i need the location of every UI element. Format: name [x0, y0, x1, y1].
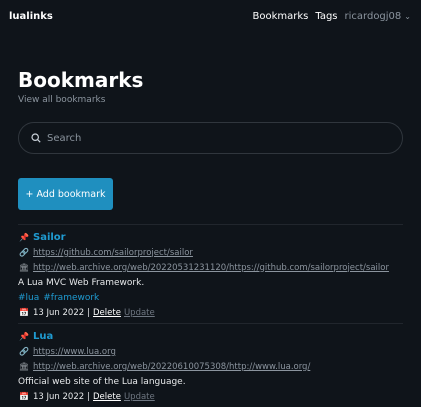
- update-link[interactable]: Update: [124, 392, 155, 402]
- link-icon: 🔗: [19, 347, 29, 356]
- nav-links: Bookmarks Tags ricardogj08 ⌄: [253, 11, 412, 22]
- link-icon: 🔗: [19, 248, 29, 257]
- bookmark-item: 📌 Lua 🔗 https://www.lua.org 🏛 http://web…: [18, 329, 403, 404]
- pin-icon: 📌: [19, 332, 29, 341]
- nav-tags-link[interactable]: Tags: [315, 11, 337, 22]
- search-input[interactable]: [47, 132, 377, 144]
- user-menu[interactable]: ricardogj08 ⌄: [345, 11, 411, 22]
- brand-logo[interactable]: lualinks: [9, 11, 53, 22]
- bookmark-archive-link[interactable]: http://web.archive.org/web/2022053123112…: [33, 263, 389, 273]
- chevron-down-icon: ⌄: [404, 11, 411, 21]
- bookmark-title-link[interactable]: Sailor: [33, 232, 66, 243]
- tag-link[interactable]: #framework: [43, 293, 99, 303]
- top-navbar: lualinks Bookmarks Tags ricardogj08 ⌄: [0, 0, 421, 32]
- bookmark-tags: #lua #framework: [18, 290, 403, 305]
- add-bookmark-button[interactable]: + Add bookmark: [18, 178, 113, 210]
- bookmark-description: Official web site of the Lua language.: [18, 376, 186, 387]
- nav-bookmarks-link[interactable]: Bookmarks: [253, 11, 309, 22]
- archive-icon: 🏛: [18, 362, 30, 371]
- search-box[interactable]: [18, 122, 403, 154]
- bookmark-date: 13 Jun 2022: [33, 307, 85, 318]
- page-subtitle: View all bookmarks: [18, 95, 106, 105]
- tag-link[interactable]: #lua: [18, 293, 39, 303]
- search-icon: [31, 133, 41, 143]
- page-title: Bookmarks: [18, 68, 144, 92]
- bookmark-url-link[interactable]: https://www.lua.org: [33, 347, 116, 357]
- separator: |: [87, 391, 91, 402]
- delete-link[interactable]: Delete: [93, 308, 121, 318]
- calendar-icon: 📅: [19, 392, 29, 401]
- update-link[interactable]: Update: [124, 308, 155, 318]
- user-name: ricardogj08: [344, 10, 402, 22]
- bookmark-description: A Lua MVC Web Framework.: [18, 277, 145, 288]
- bookmark-title-link[interactable]: Lua: [33, 331, 53, 342]
- separator: |: [87, 307, 91, 318]
- archive-icon: 🏛: [18, 263, 30, 272]
- pin-icon: 📌: [19, 233, 29, 242]
- bookmark-item: 📌 Sailor 🔗 https://github.com/sailorproj…: [18, 230, 403, 320]
- calendar-icon: 📅: [19, 308, 29, 317]
- bookmark-url-link[interactable]: https://github.com/sailorproject/sailor: [33, 248, 193, 258]
- divider: [18, 224, 403, 225]
- bookmark-date: 13 Jun 2022: [33, 391, 85, 402]
- bookmark-archive-link[interactable]: http://web.archive.org/web/2022061007530…: [33, 362, 310, 372]
- delete-link[interactable]: Delete: [93, 392, 121, 402]
- divider: [18, 323, 403, 324]
